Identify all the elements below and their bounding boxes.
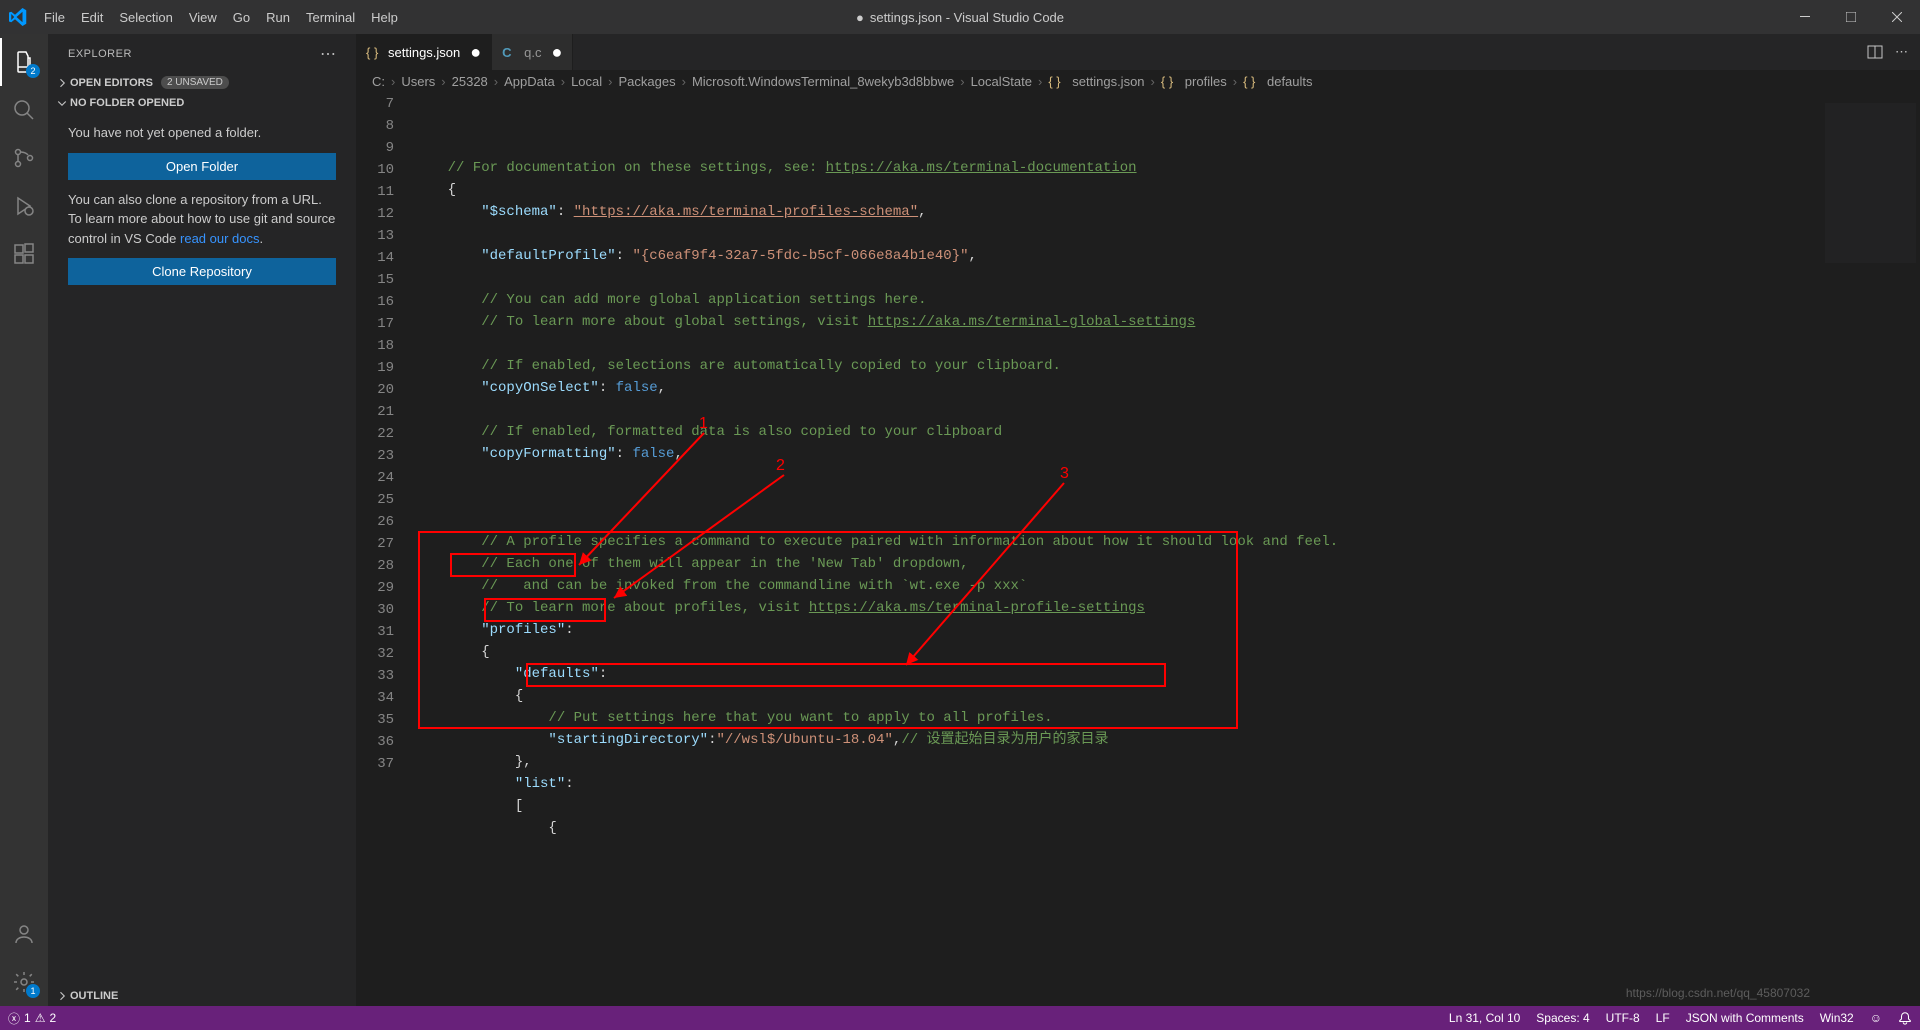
no-folder-header[interactable]: NO FOLDER OPENED (48, 93, 356, 113)
activity-run[interactable] (0, 182, 48, 230)
editor-more-button[interactable]: ⋯ (1895, 44, 1910, 60)
explorer-badge: 2 (26, 64, 40, 78)
dirty-indicator-icon: ● (466, 42, 481, 63)
open-editors-header[interactable]: OPEN EDITORS 2 UNSAVED (48, 72, 356, 93)
close-button[interactable] (1874, 0, 1920, 34)
statusbar: ⓧ1 ⚠2 Ln 31, Col 10 Spaces: 4 UTF-8 LF J… (0, 1006, 1920, 1030)
menubar: File Edit Selection View Go Run Terminal… (36, 0, 406, 34)
status-notifications[interactable] (1898, 1011, 1912, 1025)
menu-selection[interactable]: Selection (111, 0, 180, 34)
breadcrumbs[interactable]: C:› Users› 25328› AppData› Local› Packag… (356, 70, 1920, 93)
status-encoding[interactable]: UTF-8 (1606, 1011, 1640, 1025)
menu-go[interactable]: Go (225, 0, 258, 34)
clone-help-text: You can also clone a repository from a U… (68, 190, 336, 249)
activity-extensions[interactable] (0, 230, 48, 278)
status-lncol[interactable]: Ln 31, Col 10 (1449, 1011, 1520, 1025)
minimap[interactable] (1820, 93, 1920, 1006)
chevron-right-icon (56, 990, 70, 1002)
activitybar: 2 1 (0, 34, 48, 1006)
tab-q-c[interactable]: C q.c ● (492, 34, 573, 70)
editor-area: { } settings.json ● C q.c ● ⋯ C:› Users›… (356, 34, 1920, 1006)
window-controls (1782, 0, 1920, 34)
chevron-down-icon (56, 97, 70, 109)
outline-header[interactable]: OUTLINE (48, 986, 356, 1006)
code-editor[interactable]: 7891011121314151617181920212223242526272… (356, 93, 1920, 1006)
sidebar-title: EXPLORER (68, 48, 132, 60)
c-file-icon: C (502, 45, 518, 60)
status-spaces[interactable]: Spaces: 4 (1536, 1011, 1589, 1025)
sidebar: EXPLORER ⋯ OPEN EDITORS 2 UNSAVED NO FOL… (48, 34, 356, 1006)
minimize-button[interactable] (1782, 0, 1828, 34)
watermark: https://blog.csdn.net/qq_45807032 (1626, 986, 1810, 1000)
activity-account[interactable] (0, 910, 48, 958)
tab-bar: { } settings.json ● C q.c ● ⋯ (356, 34, 1920, 70)
titlebar: File Edit Selection View Go Run Terminal… (0, 0, 1920, 34)
menu-file[interactable]: File (36, 0, 73, 34)
status-problems[interactable]: ⓧ1 ⚠2 (8, 1010, 56, 1027)
split-editor-button[interactable] (1867, 44, 1883, 60)
open-folder-button[interactable]: Open Folder (68, 153, 336, 180)
menu-terminal[interactable]: Terminal (298, 0, 363, 34)
status-language[interactable]: JSON with Comments (1686, 1011, 1804, 1025)
error-icon: ⓧ (8, 1010, 20, 1027)
warning-icon: ⚠ (35, 1011, 46, 1025)
activity-explorer[interactable]: 2 (0, 38, 48, 86)
clone-repo-button[interactable]: Clone Repository (68, 258, 336, 285)
activity-settings[interactable]: 1 (0, 958, 48, 1006)
dirty-indicator-icon: ● (547, 42, 562, 63)
activity-search[interactable] (0, 86, 48, 134)
unsaved-badge: 2 UNSAVED (161, 76, 229, 89)
menu-help[interactable]: Help (363, 0, 406, 34)
status-os[interactable]: Win32 (1820, 1011, 1854, 1025)
no-folder-msg: You have not yet opened a folder. (68, 123, 336, 143)
maximize-button[interactable] (1828, 0, 1874, 34)
braces-icon: { } (366, 45, 382, 60)
no-folder-body: You have not yet opened a folder. Open F… (48, 113, 356, 305)
status-eol[interactable]: LF (1656, 1011, 1670, 1025)
activity-scm[interactable] (0, 134, 48, 182)
settings-badge: 1 (26, 984, 40, 998)
code-content[interactable]: // For documentation on these settings, … (414, 93, 1820, 1006)
menu-view[interactable]: View (181, 0, 225, 34)
status-feedback[interactable]: ☺ (1870, 1011, 1882, 1025)
vscode-logo-icon (0, 8, 36, 26)
chevron-right-icon (56, 77, 70, 89)
menu-edit[interactable]: Edit (73, 0, 111, 34)
sidebar-more-button[interactable]: ⋯ (320, 44, 338, 64)
menu-run[interactable]: Run (258, 0, 298, 34)
tab-settings-json[interactable]: { } settings.json ● (356, 34, 492, 70)
read-docs-link[interactable]: read our docs (180, 231, 260, 246)
line-gutter: 7891011121314151617181920212223242526272… (356, 93, 414, 1006)
